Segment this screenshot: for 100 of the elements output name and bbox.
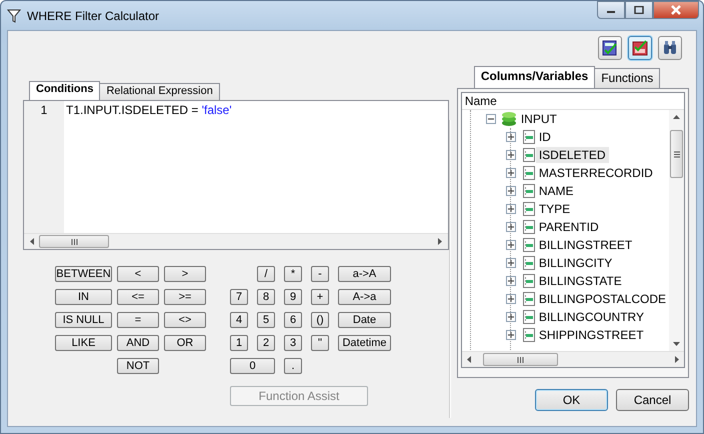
keypad-button[interactable]: 8: [257, 289, 275, 305]
keypad-button[interactable]: 9: [284, 289, 302, 305]
tree-item[interactable]: BILLINGCITY: [536, 255, 616, 271]
tree-item[interactable]: BILLINGPOSTALCODE: [536, 291, 669, 307]
keypad-button[interactable]: 1: [230, 335, 248, 351]
keypad-button[interactable]: 7: [230, 289, 248, 305]
column-field-icon: [522, 274, 536, 288]
scrollbar-thumb[interactable]: [39, 235, 109, 248]
scrollbar-thumb[interactable]: [670, 130, 683, 178]
column-field-icon: [522, 202, 536, 216]
tab[interactable]: Columns/Variables: [474, 66, 596, 88]
tab[interactable]: Relational Expression: [99, 83, 220, 100]
tree-item[interactable]: BILLINGSTATE: [536, 273, 625, 289]
funnel-icon: [7, 8, 21, 22]
keypad-button[interactable]: .: [284, 358, 302, 374]
keypad-button[interactable]: 4: [230, 312, 248, 328]
expand-icon[interactable]: [506, 222, 516, 232]
keypad-button[interactable]: (): [311, 312, 329, 328]
keypad-button[interactable]: 3: [284, 335, 302, 351]
keypad-button[interactable]: Datetime: [338, 335, 391, 351]
keypad-button[interactable]: Date: [338, 312, 391, 328]
close-button[interactable]: [653, 1, 699, 19]
tree-item[interactable]: MASTERRECORDID: [536, 165, 656, 181]
binoculars-icon: [662, 40, 678, 56]
keypad-button[interactable]: '': [311, 335, 329, 351]
code-line: T1.INPUT.ISDELETED = 'false': [65, 102, 232, 117]
operator-button[interactable]: IS NULL: [55, 312, 112, 328]
operator-button[interactable]: IN: [55, 289, 112, 305]
scroll-left-icon[interactable]: [30, 238, 34, 245]
tree-item[interactable]: BILLINGSTREET: [536, 237, 636, 253]
close-icon: [670, 5, 682, 15]
expand-icon[interactable]: [506, 150, 516, 160]
keypad-button[interactable]: a->A: [338, 266, 391, 282]
tree-item[interactable]: ID: [536, 129, 554, 145]
operator-button[interactable]: LIKE: [55, 335, 112, 351]
expand-icon[interactable]: [506, 204, 516, 214]
keypad-button[interactable]: +: [311, 289, 329, 305]
operator-button[interactable]: NOT: [117, 358, 159, 374]
column-field-icon: [522, 184, 536, 198]
expand-icon[interactable]: [506, 258, 516, 268]
scroll-right-icon[interactable]: [438, 238, 442, 245]
minimize-button[interactable]: [597, 1, 625, 19]
tree-item[interactable]: TYPE: [536, 201, 574, 217]
toolbar-button[interactable]: [598, 36, 622, 60]
tree-item[interactable]: SHIPPINGSTREET: [536, 327, 647, 343]
tree-item[interactable]: BILLINGCOUNTRY: [536, 309, 647, 325]
operator-button[interactable]: <>: [164, 312, 206, 328]
column-field-icon: [522, 310, 536, 324]
operator-button[interactable]: =: [117, 312, 159, 328]
keypad-button[interactable]: 0: [230, 358, 275, 374]
column-field-icon: [522, 238, 536, 252]
maximize-button[interactable]: [625, 1, 653, 19]
operator-button[interactable]: >=: [164, 289, 206, 305]
expand-icon[interactable]: [506, 132, 516, 142]
line-number: 1: [40, 103, 48, 117]
expand-icon[interactable]: [506, 240, 516, 250]
tab[interactable]: Conditions: [29, 81, 100, 100]
operator-button[interactable]: BETWEEN: [55, 266, 112, 282]
maximize-icon: [634, 6, 644, 14]
cancel-button[interactable]: Cancel: [616, 389, 689, 411]
expand-icon[interactable]: [506, 186, 516, 196]
ok-button[interactable]: OK: [535, 389, 608, 411]
window-title: WHERE Filter Calculator: [27, 8, 160, 22]
keypad-button[interactable]: -: [311, 266, 329, 282]
column-field-icon: [522, 256, 536, 270]
toolbar-button[interactable]: [658, 36, 682, 60]
sql-check-icon: [632, 40, 648, 56]
column-field-icon: [522, 130, 536, 144]
keypad-button[interactable]: 2: [257, 335, 275, 351]
collapse-icon[interactable]: [486, 114, 496, 124]
column-field-icon: [522, 292, 536, 306]
column-field-icon: [522, 328, 536, 342]
expand-icon[interactable]: [506, 294, 516, 304]
keypad-button[interactable]: A->a: [338, 289, 391, 305]
operator-button[interactable]: <: [117, 266, 159, 282]
expand-icon[interactable]: [506, 168, 516, 178]
keypad-button[interactable]: *: [284, 266, 302, 282]
database-stack-icon: [500, 111, 518, 127]
scroll-right-icon[interactable]: [674, 356, 678, 363]
keypad-button[interactable]: 6: [284, 312, 302, 328]
calculator-check-icon: [602, 40, 618, 56]
keypad-button[interactable]: 5: [257, 312, 275, 328]
column-field-icon: [522, 166, 536, 180]
tree-item[interactable]: ISDELETED: [536, 147, 609, 163]
scrollbar-thumb[interactable]: [482, 353, 558, 366]
operator-button[interactable]: >: [164, 266, 206, 282]
tree-item[interactable]: PARENTID: [536, 219, 602, 235]
operator-button[interactable]: OR: [164, 335, 206, 351]
expand-icon[interactable]: [506, 330, 516, 340]
tree-item[interactable]: NAME: [536, 183, 577, 199]
keypad-button[interactable]: /: [257, 266, 275, 282]
scroll-left-icon[interactable]: [467, 356, 472, 363]
expand-icon[interactable]: [506, 312, 516, 322]
tree-item[interactable]: INPUT: [518, 111, 560, 127]
toolbar-button[interactable]: [628, 36, 652, 60]
expand-icon[interactable]: [506, 276, 516, 286]
tab[interactable]: Functions: [594, 68, 660, 88]
operator-button[interactable]: <=: [117, 289, 159, 305]
operator-button[interactable]: AND: [117, 335, 159, 351]
expression-editor[interactable]: 1 T1.INPUT.ISDELETED = 'false': [23, 100, 449, 250]
